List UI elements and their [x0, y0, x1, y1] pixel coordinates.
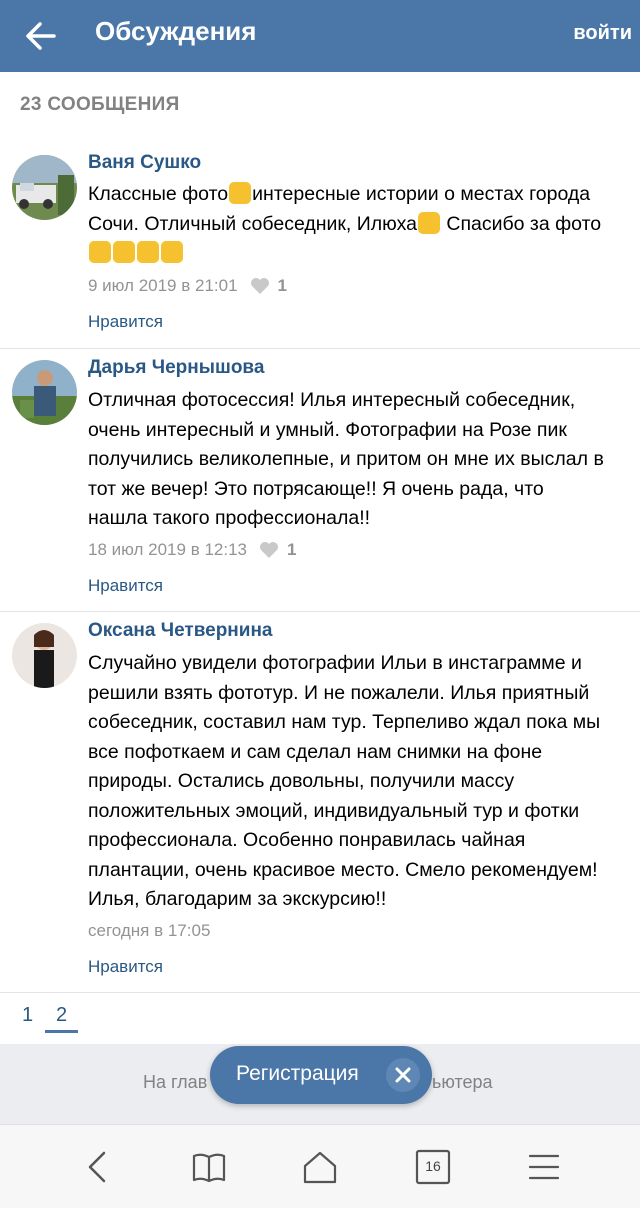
post-meta: 18 июл 2019 в 12:13 1 — [88, 540, 296, 560]
like-button[interactable]: Нравится — [88, 312, 163, 332]
back-icon[interactable] — [78, 1147, 118, 1187]
post-text-line: интересные истории о местах города — [252, 183, 591, 205]
post-text-line: Спасибо за фото — [440, 212, 602, 235]
divider — [0, 348, 640, 349]
browser-navbar: 16 — [0, 1124, 640, 1208]
login-link[interactable]: войти — [573, 22, 632, 45]
tab-count: 16 — [425, 1158, 441, 1174]
post-author[interactable]: Ваня Сушко — [88, 152, 201, 174]
footer-link-main[interactable]: На глав — [143, 1072, 207, 1093]
close-icon — [395, 1067, 411, 1083]
like-count: 1 — [277, 276, 287, 295]
divider — [0, 611, 640, 612]
page-link-2[interactable]: 2 — [56, 1004, 67, 1027]
post-text-line: Классные фото — [88, 183, 229, 205]
victory-hand-emoji-icon — [161, 241, 183, 263]
pagination: 1 2 — [0, 992, 640, 1044]
avatar[interactable] — [12, 155, 77, 220]
post-date: 18 июл 2019 в 12:13 — [88, 540, 247, 559]
post-author[interactable]: Дарья Чернышова — [88, 357, 264, 379]
victory-hand-emoji-icon — [417, 211, 440, 234]
post-text: Отличная фотосессия! Илья интересный соб… — [88, 389, 604, 529]
register-banner: Регистрация — [210, 1046, 432, 1104]
post-date: 9 июл 2019 в 21:01 — [88, 276, 238, 295]
close-button[interactable] — [386, 1058, 420, 1092]
current-page-indicator — [45, 1030, 78, 1033]
footer-link-desktop[interactable]: ьютера — [432, 1072, 493, 1093]
post-author[interactable]: Оксана Четвернина — [88, 620, 273, 642]
thumbs-up-emoji-icon — [229, 182, 252, 204]
register-button[interactable]: Регистрация — [236, 1062, 359, 1086]
top-bar: Обсуждения войти — [0, 0, 640, 72]
menu-icon[interactable] — [524, 1147, 564, 1187]
home-icon[interactable] — [300, 1147, 340, 1187]
post-date: сегодня в 17:05 — [88, 921, 211, 940]
flexed-biceps-emoji-icon — [89, 241, 111, 263]
victory-hand-emoji-icon — [113, 241, 135, 263]
victory-hand-emoji-icon — [137, 241, 159, 263]
post-text-line: Сочи. Отличный собеседник, Илюха — [88, 212, 417, 235]
message-count: 23 СООБЩЕНИЯ — [20, 94, 180, 115]
avatar[interactable] — [12, 623, 77, 688]
avatar[interactable] — [12, 360, 77, 425]
like-count: 1 — [287, 540, 297, 559]
heart-icon[interactable] — [259, 541, 279, 559]
back-arrow-icon[interactable] — [20, 14, 64, 58]
heart-icon[interactable] — [250, 277, 270, 295]
post-meta: сегодня в 17:05 — [88, 921, 210, 941]
like-button[interactable]: Нравится — [88, 576, 163, 596]
post-text: Случайно увидели фотографии Ильи в инста… — [88, 652, 601, 910]
post-meta: 9 июл 2019 в 21:01 1 — [88, 276, 287, 296]
page-link-1[interactable]: 1 — [22, 1004, 33, 1027]
post-text: Классные фото интересные истории о местах… — [88, 180, 628, 269]
tabs-button[interactable]: 16 — [413, 1147, 453, 1187]
page-title: Обсуждения — [95, 16, 257, 46]
like-button[interactable]: Нравится — [88, 957, 163, 977]
bookmarks-icon[interactable] — [189, 1147, 229, 1187]
